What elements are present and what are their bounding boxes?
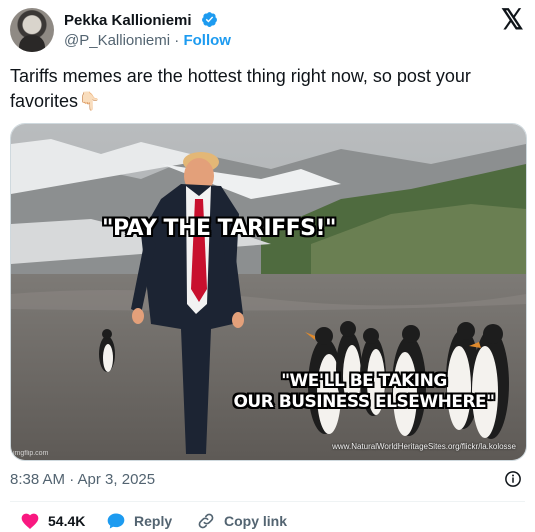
meme-caption-bottom-line2: OUR BUSINESS ELSEWHERE" <box>233 392 495 412</box>
reply-bubble-icon <box>107 513 125 529</box>
like-button[interactable]: 54.4K <box>20 511 85 531</box>
action-bar: 54.4K Reply Copy link <box>10 508 525 532</box>
meme-caption-top: "PAY THE TARIFFS!" <box>101 216 337 241</box>
verified-badge-icon <box>202 12 217 27</box>
heart-icon <box>21 513 39 529</box>
copy-link-button[interactable]: Copy link <box>196 511 287 531</box>
author-handle-line: @P_Kallioniemi · Follow <box>64 32 231 49</box>
separator-dot: · <box>174 32 180 49</box>
tweet-header: Pekka Kallioniemi @P_Kallioniemi · Follo… <box>10 6 525 52</box>
meme-caption-bottom-line1: "WE'LL BE TAKING <box>281 371 447 391</box>
author-name[interactable]: Pekka Kallioniemi <box>64 12 192 29</box>
avatar[interactable] <box>10 8 54 52</box>
tweet-timestamp[interactable]: 8:38 AM · Apr 3, 2025 <box>10 471 155 488</box>
tweet-text: Tariffs memes are the hottest thing righ… <box>10 66 471 111</box>
like-count: 54.4K <box>48 513 86 529</box>
meme-caption-bottom: "WE'LL BE TAKING OUR BUSINESS ELSEWHERE" <box>229 371 499 413</box>
info-icon[interactable] <box>504 470 522 488</box>
x-logo-icon[interactable]: 𝕏 <box>501 6 524 34</box>
imgflip-watermark: imgflip.com <box>13 450 49 457</box>
follow-button[interactable]: Follow <box>183 32 231 49</box>
divider <box>10 501 525 502</box>
copy-link-label: Copy link <box>224 513 288 529</box>
photo-credit: www.NaturalWorldHeritageSites.org/flickr… <box>332 442 516 451</box>
link-icon <box>198 513 214 529</box>
tweet-media-image[interactable]: "PAY THE TARIFFS!" "WE'LL BE TAKING OUR … <box>10 123 527 461</box>
author-handle[interactable]: @P_Kallioniemi <box>64 32 170 49</box>
reply-button[interactable]: Reply <box>106 511 172 531</box>
reply-label: Reply <box>134 513 173 529</box>
